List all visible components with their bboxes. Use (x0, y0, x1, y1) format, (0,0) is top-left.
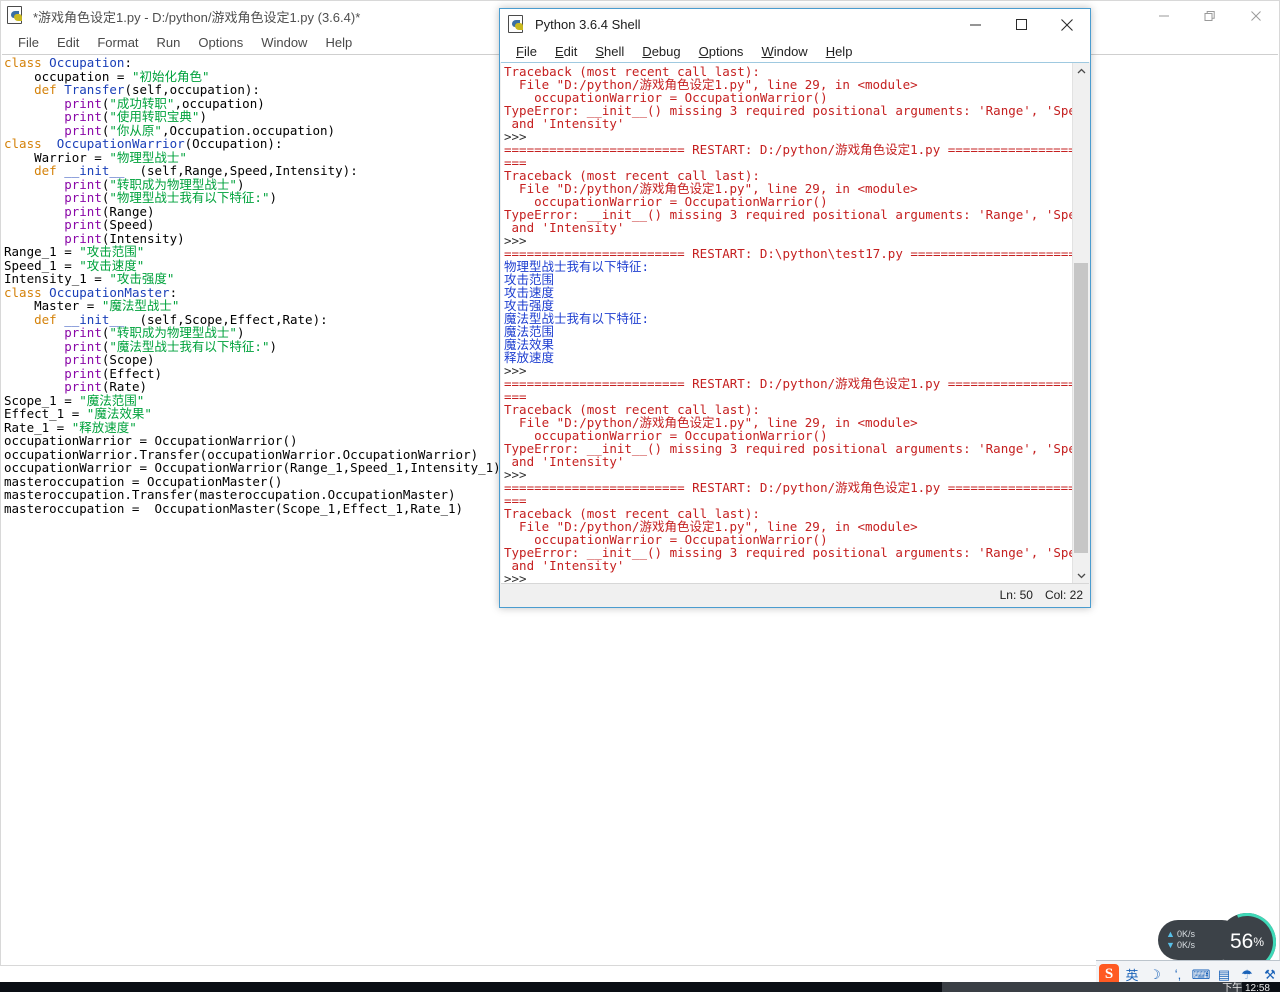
upload-speed-value: 0K/s (1177, 929, 1196, 939)
close-icon[interactable] (1233, 1, 1279, 31)
menu-item-format[interactable]: Format (88, 34, 147, 51)
taskbar-active-item[interactable] (942, 982, 1242, 992)
menu-item-file[interactable]: File (9, 34, 48, 51)
menu-item-edit[interactable]: Edit (546, 43, 586, 60)
menu-item-help[interactable]: Help (316, 34, 361, 51)
scrollbar-thumb[interactable] (1074, 263, 1088, 553)
shell-status-bar: Ln: 50 Col: 22 (501, 583, 1089, 606)
editor-title: *游戏角色设定1.py - D:/python/游戏角色设定1.py (3.6.… (33, 9, 361, 25)
menu-item-window[interactable]: Window (752, 43, 816, 60)
shell-line: ======================== RESTART: D:/pyt… (504, 376, 1072, 391)
shell-line: 释放速度 (504, 350, 555, 365)
close-icon[interactable] (1044, 9, 1090, 40)
python-shell-icon (508, 14, 528, 35)
menu-item-shell[interactable]: Shell (586, 43, 633, 60)
menu-item-file[interactable]: File (507, 43, 546, 60)
shell-scrollbar[interactable] (1072, 63, 1089, 584)
shell-line: 魔法范围 (504, 324, 555, 339)
menu-item-options[interactable]: Options (189, 34, 252, 51)
shell-line: 攻击速度 (504, 285, 555, 300)
shell-line: ======================== RESTART: D:/pyt… (504, 480, 1072, 495)
menu-item-help[interactable]: Help (817, 43, 862, 60)
status-column-number: Col: 22 (1044, 588, 1083, 602)
download-speed-value: 0K/s (1177, 940, 1196, 950)
editor-window-controls (1141, 1, 1279, 31)
maximize-icon[interactable] (998, 9, 1044, 40)
shell-body: Traceback (most recent call last): File … (501, 62, 1089, 584)
minimize-icon[interactable] (1141, 1, 1187, 31)
shell-line: and 'Intensity' (504, 558, 625, 573)
status-line-number: Ln: 50 (999, 588, 1033, 602)
shell-line: and 'Intensity' (504, 454, 625, 469)
taskbar: 下午 12:58 (0, 982, 1280, 994)
menu-item-run[interactable]: Run (148, 34, 190, 51)
chevron-down-icon[interactable] (1073, 567, 1089, 584)
shell-line: and 'Intensity' (504, 220, 625, 235)
shell-line: 攻击范围 (504, 272, 555, 287)
arrow-up-icon: ▲ (1166, 929, 1175, 939)
restore-icon[interactable] (1187, 1, 1233, 31)
menu-item-options[interactable]: Options (690, 43, 753, 60)
menu-item-edit[interactable]: Edit (48, 34, 88, 51)
shell-title: Python 3.6.4 Shell (535, 17, 641, 32)
shell-line: 魔法型战士我有以下特征: (504, 311, 650, 326)
arrow-down-icon: ▼ (1166, 940, 1175, 950)
shell-line: 魔法效果 (504, 337, 555, 352)
python-file-icon (7, 6, 27, 26)
desktop: *游戏角色设定1.py - D:/python/游戏角色设定1.py (3.6.… (0, 0, 1280, 994)
shell-menubar: File Edit Shell Debug Options Window Help (500, 40, 1090, 62)
shell-line: ======================== RESTART: D:/pyt… (504, 142, 1072, 157)
shell-output-text[interactable]: Traceback (most recent call last): File … (501, 63, 1072, 584)
menu-item-window[interactable]: Window (252, 34, 316, 51)
minimize-icon[interactable] (952, 9, 998, 40)
shell-titlebar[interactable]: Python 3.6.4 Shell (500, 9, 1090, 40)
chevron-up-icon[interactable] (1073, 63, 1089, 80)
menu-item-debug[interactable]: Debug (633, 43, 689, 60)
shell-line: 物理型战士我有以下特征: (504, 259, 650, 274)
python-shell-window: Python 3.6.4 Shell File Edit Shell Debug Opt… (499, 8, 1091, 608)
shell-window-controls (952, 9, 1090, 40)
shell-line: and 'Intensity' (504, 116, 625, 131)
